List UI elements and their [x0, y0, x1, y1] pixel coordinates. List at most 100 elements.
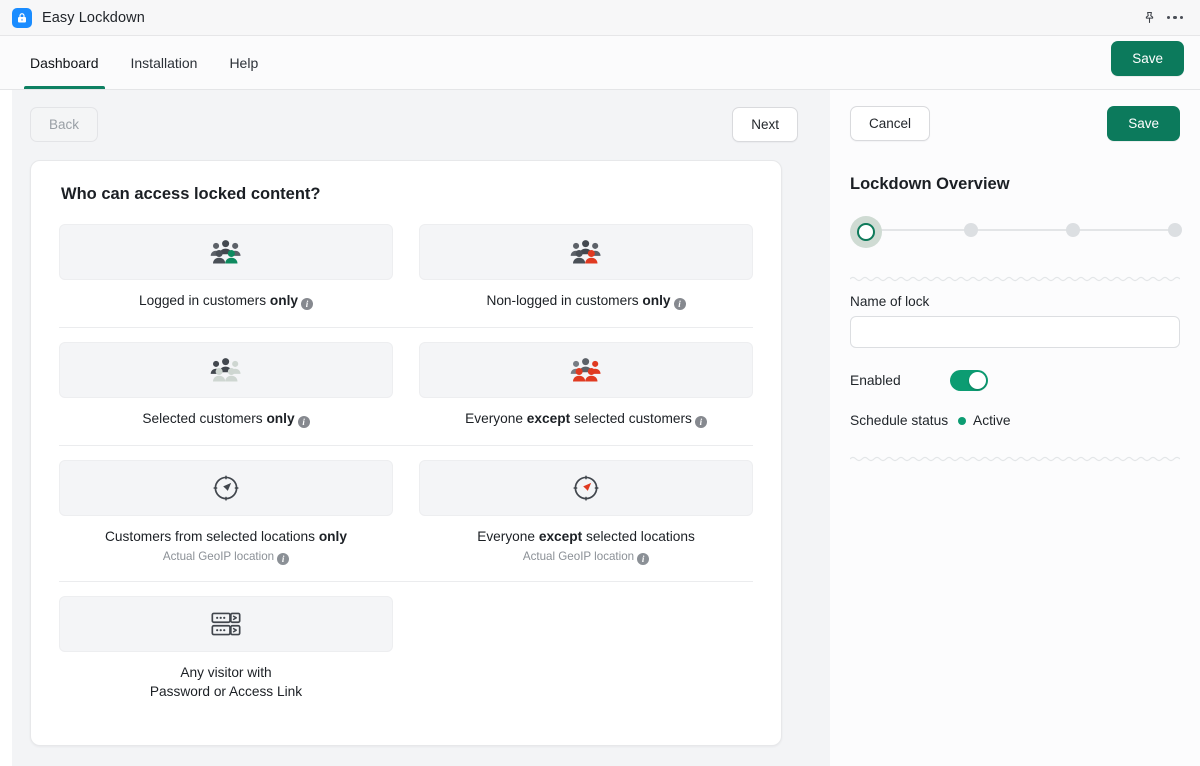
info-icon[interactable]: i	[301, 298, 313, 310]
option-sublabel: Actual GeoIP location i	[59, 550, 393, 565]
tab-help[interactable]: Help	[215, 36, 272, 89]
option-label-prefix: Logged in customers	[138, 293, 270, 308]
option-divider	[59, 444, 753, 446]
option-tile	[59, 459, 393, 516]
option-label-strong: only	[269, 293, 298, 308]
panel-save-button[interactable]: Save	[1107, 106, 1180, 141]
tab-installation-label: Installation	[130, 54, 198, 71]
access-options-card: Who can access locked content? Logged in…	[30, 160, 782, 746]
option-tile	[59, 341, 393, 398]
cancel-button[interactable]: Cancel	[850, 106, 931, 141]
option-label: Any visitor with Password or Access Link	[59, 663, 393, 703]
option-sublabel: Actual GeoIP location i	[419, 550, 753, 565]
option-label-strong: only	[318, 528, 347, 544]
lock-icon	[12, 7, 32, 28]
compass-dark-icon	[213, 475, 239, 501]
option-tile	[419, 459, 753, 516]
wizard-step-indicator	[850, 216, 1182, 248]
step-dot-1-active[interactable]	[850, 216, 882, 248]
option-label: Everyone except selected locations	[419, 527, 753, 547]
app-title: Easy Lockdown	[42, 9, 145, 26]
name-of-lock-input[interactable]	[850, 316, 1180, 348]
option-tile	[419, 224, 753, 280]
step-dot-2[interactable]	[964, 223, 978, 237]
status-dot-icon	[958, 416, 966, 425]
option-label-prefix: Any visitor with	[180, 664, 272, 680]
status-badge-text: Active	[973, 413, 1011, 428]
section-divider-bottom	[849, 450, 1181, 462]
panel-actions: Cancel Save	[830, 90, 1200, 141]
tab-installation[interactable]: Installation	[117, 36, 212, 89]
option-label: Logged in customers only i	[59, 291, 393, 311]
info-icon[interactable]: i	[673, 298, 686, 310]
option-divider	[59, 326, 753, 328]
info-icon[interactable]: i	[694, 415, 707, 428]
step-dot-4[interactable]	[1168, 223, 1182, 237]
next-button[interactable]: Next	[732, 106, 798, 142]
tab-dashboard[interactable]: Dashboard	[16, 36, 113, 89]
option-tile	[59, 224, 393, 280]
password-access-link-icon	[211, 612, 241, 636]
option-label-prefix: Selected customers	[142, 410, 267, 426]
option-label-prefix: Everyone	[477, 528, 539, 544]
option-customers-from-selected-locations-only[interactable]: Customers from selected locations only A…	[59, 459, 393, 565]
option-label-prefix: Non-logged in customers	[486, 293, 643, 308]
group-of-people-red-icon	[570, 240, 601, 264]
nav-bar: Dashboard Installation Help Save	[0, 36, 1200, 90]
content-left-edge	[0, 90, 12, 766]
option-selected-customers-only[interactable]: Selected customers only i	[59, 341, 393, 429]
option-tile	[59, 595, 393, 652]
option-label-strong: except	[526, 410, 571, 426]
option-sublabel-text: Actual GeoIP location	[522, 549, 635, 563]
content-inner: Back Next Who can access locked content?	[12, 90, 830, 766]
info-icon[interactable]: i	[277, 552, 290, 565]
section-divider-top	[849, 270, 1181, 282]
option-everyone-except-selected-customers[interactable]: Everyone except selected customers i	[419, 341, 753, 429]
step-dot-3[interactable]	[1066, 223, 1080, 237]
option-tile	[419, 341, 753, 398]
tab-help-label: Help	[229, 54, 259, 71]
wizard-toolbar: Back Next	[30, 106, 798, 142]
app-window: Easy Lockdown Dashboard Installation Hel…	[0, 0, 1200, 766]
enabled-toggle[interactable]	[950, 370, 988, 391]
option-label-line2: Password or Access Link	[149, 684, 303, 700]
main-content: Back Next Who can access locked content?	[0, 90, 830, 766]
more-dots	[1166, 15, 1184, 20]
option-label: Everyone except selected customers i	[419, 409, 753, 429]
tab-dashboard-label: Dashboard	[30, 54, 99, 71]
header-save-button[interactable]: Save	[1111, 41, 1184, 76]
compass-red-icon	[573, 475, 599, 501]
option-row-1: Logged in customers only i Non-logged in…	[51, 224, 761, 311]
option-label-suffix: selected customers	[570, 410, 692, 426]
name-of-lock-label: Name of lock	[850, 294, 930, 309]
more-horizontal-icon[interactable]	[1162, 5, 1188, 31]
group-of-people-mixed-red-icon	[570, 357, 601, 382]
option-everyone-except-selected-locations[interactable]: Everyone except selected locations Actua…	[419, 459, 753, 565]
step-connector-line	[866, 229, 1172, 231]
group-of-people-green-icon	[210, 240, 241, 264]
status-badge: Active	[958, 413, 1011, 428]
schedule-status-label: Schedule status	[850, 413, 949, 428]
back-button[interactable]: Back	[30, 106, 99, 142]
option-non-logged-in-customers-only[interactable]: Non-logged in customers only i	[419, 224, 753, 311]
option-label-strong: only	[266, 410, 295, 426]
option-label: Customers from selected locations only	[59, 527, 393, 547]
option-divider	[59, 580, 753, 582]
panel-heading: Lockdown Overview	[850, 175, 1010, 193]
enabled-row: Enabled	[850, 370, 1180, 391]
option-sublabel-text: Actual GeoIP location	[162, 549, 275, 563]
page-title: Who can access locked content?	[61, 185, 321, 203]
option-label-strong: only	[642, 293, 671, 308]
pin-icon[interactable]	[1136, 5, 1162, 31]
enabled-label: Enabled	[850, 373, 901, 388]
option-row-4: Any visitor with Password or Access Link	[51, 595, 761, 703]
schedule-status-row: Schedule status Active	[850, 413, 1180, 428]
option-logged-in-customers-only[interactable]: Logged in customers only i	[59, 224, 393, 311]
nav-actions: Save	[1111, 36, 1184, 89]
option-label-prefix: Customers from selected locations	[105, 528, 319, 544]
info-icon[interactable]: i	[637, 552, 650, 565]
option-any-visitor-with-password-or-access-link[interactable]: Any visitor with Password or Access Link	[59, 595, 393, 703]
option-row-2: Selected customers only i Everyone excep…	[51, 341, 761, 429]
option-empty-slot	[419, 596, 753, 703]
info-icon[interactable]: i	[297, 415, 310, 428]
